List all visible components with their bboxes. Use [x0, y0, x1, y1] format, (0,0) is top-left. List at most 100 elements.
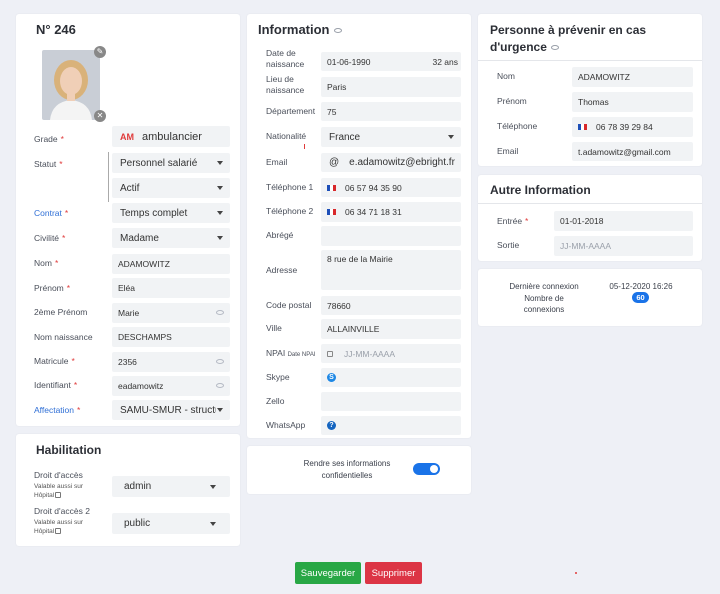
hidden-eye-icon[interactable]: [216, 383, 224, 388]
grade-label-text: Grade: [34, 134, 58, 144]
lieu-input[interactable]: Paris: [321, 77, 461, 97]
urgence-prenom-value: Thomas: [578, 97, 609, 107]
droit1-select[interactable]: admin: [112, 476, 230, 497]
france-flag-icon: [327, 209, 336, 215]
tel1-value: 06 57 94 35 90: [345, 182, 402, 193]
abrege-label: Abrégé: [266, 230, 294, 240]
entree-input[interactable]: 01-01-2018: [554, 211, 693, 231]
chevron-down-icon: [210, 521, 216, 526]
nationalite-label: Nationalité: [266, 131, 307, 141]
statut-value: Personnel salarié: [120, 157, 198, 169]
nom-value: ADAMOWITZ: [118, 259, 170, 269]
contrat-label[interactable]: Contrat *: [34, 208, 68, 219]
save-button[interactable]: Sauvegarder: [295, 562, 361, 584]
prenom-input[interactable]: Eléa: [112, 278, 230, 298]
lieu-value: Paris: [327, 82, 347, 92]
identifiant-input[interactable]: eadamowitz: [112, 376, 230, 396]
departement-value: 75: [327, 106, 337, 117]
urgence-nom-value: ADAMOWITZ: [578, 72, 630, 82]
information-card: Information Date de naissance 01-06-1990…: [247, 14, 471, 438]
urgence-nom-input[interactable]: ADAMOWITZ: [572, 67, 693, 87]
hidden-eye-icon[interactable]: [216, 359, 224, 364]
entree-label: Entrée *: [497, 216, 529, 226]
affectation-label-text: Affectation: [34, 405, 75, 415]
npai-checkbox[interactable]: [327, 350, 333, 357]
dob-input[interactable]: 01-06-1990 32 ans: [321, 52, 461, 71]
ville-input[interactable]: ALLAINVILLE: [321, 319, 461, 339]
urgence-nom-label: Nom: [497, 71, 515, 81]
affectation-label[interactable]: Affectation *: [34, 405, 80, 416]
chevron-down-icon: [210, 484, 216, 489]
ville-value: ALLAINVILLE: [327, 324, 380, 334]
email-input[interactable]: @ e.adamowitz@ebright.fr: [321, 153, 461, 172]
civilite-label: Civilité *: [34, 233, 66, 243]
prenom2-input[interactable]: Marie: [112, 303, 230, 323]
npai-input[interactable]: JJ-MM-AAAA: [321, 344, 461, 363]
npai-sub-text: Date NPAI: [287, 352, 316, 358]
matricule-input[interactable]: 2356: [112, 352, 230, 372]
nom-input[interactable]: ADAMOWITZ: [112, 254, 230, 274]
habilitation-title: Habilitation: [36, 443, 102, 457]
urgence-tel-input[interactable]: 06 78 39 29 84: [572, 117, 693, 137]
tel2-label: Téléphone 2: [266, 206, 314, 216]
sortie-input[interactable]: JJ-MM-AAAA: [554, 236, 693, 256]
france-flag-icon: [327, 184, 336, 191]
age-value: 32 ans: [432, 56, 458, 67]
required-marker: [304, 144, 305, 149]
statut-value-2: Actif: [120, 182, 140, 194]
urgence-divider: [478, 60, 702, 61]
chevron-down-icon: [217, 236, 223, 240]
contrat-select[interactable]: Temps complet: [112, 203, 230, 223]
droit1-sub: Valable aussi sur Hôpital: [34, 482, 104, 500]
hidden-eye-icon[interactable]: [216, 310, 224, 315]
email-value: e.adamowitz@ebright.fr: [349, 157, 455, 168]
npai-label-text: NPAI: [266, 348, 286, 358]
nom-label-text: Nom: [34, 258, 52, 268]
abrege-input[interactable]: [321, 226, 461, 246]
urgence-prenom-input[interactable]: Thomas: [572, 92, 693, 112]
delete-button[interactable]: Supprimer: [365, 562, 422, 584]
affectation-select[interactable]: SAMU-SMUR - structure: [112, 400, 230, 420]
ville-label: Ville: [266, 323, 282, 333]
droit1-value: admin: [124, 481, 152, 492]
whatsapp-input[interactable]: ?: [321, 416, 461, 435]
departement-input[interactable]: 75: [321, 102, 461, 121]
sortie-placeholder: JJ-MM-AAAA: [560, 241, 611, 251]
information-title-text: Information: [258, 22, 330, 37]
avatar[interactable]: [42, 50, 100, 120]
dob-label: Date de naissance: [266, 48, 305, 69]
adresse-textarea[interactable]: 8 rue de la Mairie: [321, 250, 461, 290]
urgence-title-text: Personne à prévenir en cas d'urgence: [490, 23, 647, 54]
tel2-input[interactable]: 06 34 71 18 31: [321, 202, 461, 222]
civilite-select[interactable]: Madame: [112, 228, 230, 248]
remove-photo-icon[interactable]: ✕: [94, 110, 106, 122]
zello-input[interactable]: [321, 392, 461, 411]
entree-value: 01-01-2018: [560, 216, 604, 226]
required-dot: [575, 572, 577, 574]
help-icon[interactable]: ?: [327, 421, 336, 430]
grade-select[interactable]: AM ambulancier: [112, 126, 230, 147]
statut-select-2[interactable]: Actif: [112, 178, 230, 198]
edit-photo-icon[interactable]: ✎: [94, 46, 106, 58]
statut-select[interactable]: Personnel salarié: [112, 153, 230, 173]
urgence-prenom-label: Prénom: [497, 96, 527, 106]
droit2-checkbox[interactable]: [55, 528, 62, 535]
cp-input[interactable]: 78660: [321, 296, 461, 315]
tel1-input[interactable]: 06 57 94 35 90: [321, 178, 461, 197]
identifiant-value: eadamowitz: [118, 381, 164, 391]
civilite-label-text: Civilité: [34, 233, 60, 243]
droit1-checkbox[interactable]: [55, 492, 62, 499]
skype-input[interactable]: S: [321, 368, 461, 387]
confidential-toggle[interactable]: [413, 463, 440, 475]
prenom-label-text: Prénom: [34, 283, 64, 293]
nom-naissance-input[interactable]: DESCHAMPS: [112, 327, 230, 347]
chevron-down-icon: [217, 161, 223, 165]
tel2-value: 06 34 71 18 31: [345, 207, 402, 217]
nationalite-select[interactable]: France: [321, 127, 461, 147]
cp-label: Code postal: [266, 300, 312, 310]
urgence-email-label: Email: [497, 146, 519, 156]
droit2-select[interactable]: public: [112, 513, 230, 534]
identifiant-label-text: Identifiant: [34, 380, 71, 390]
at-icon: @: [329, 157, 340, 168]
urgence-email-input[interactable]: t.adamowitz@gmail.com: [572, 142, 693, 161]
